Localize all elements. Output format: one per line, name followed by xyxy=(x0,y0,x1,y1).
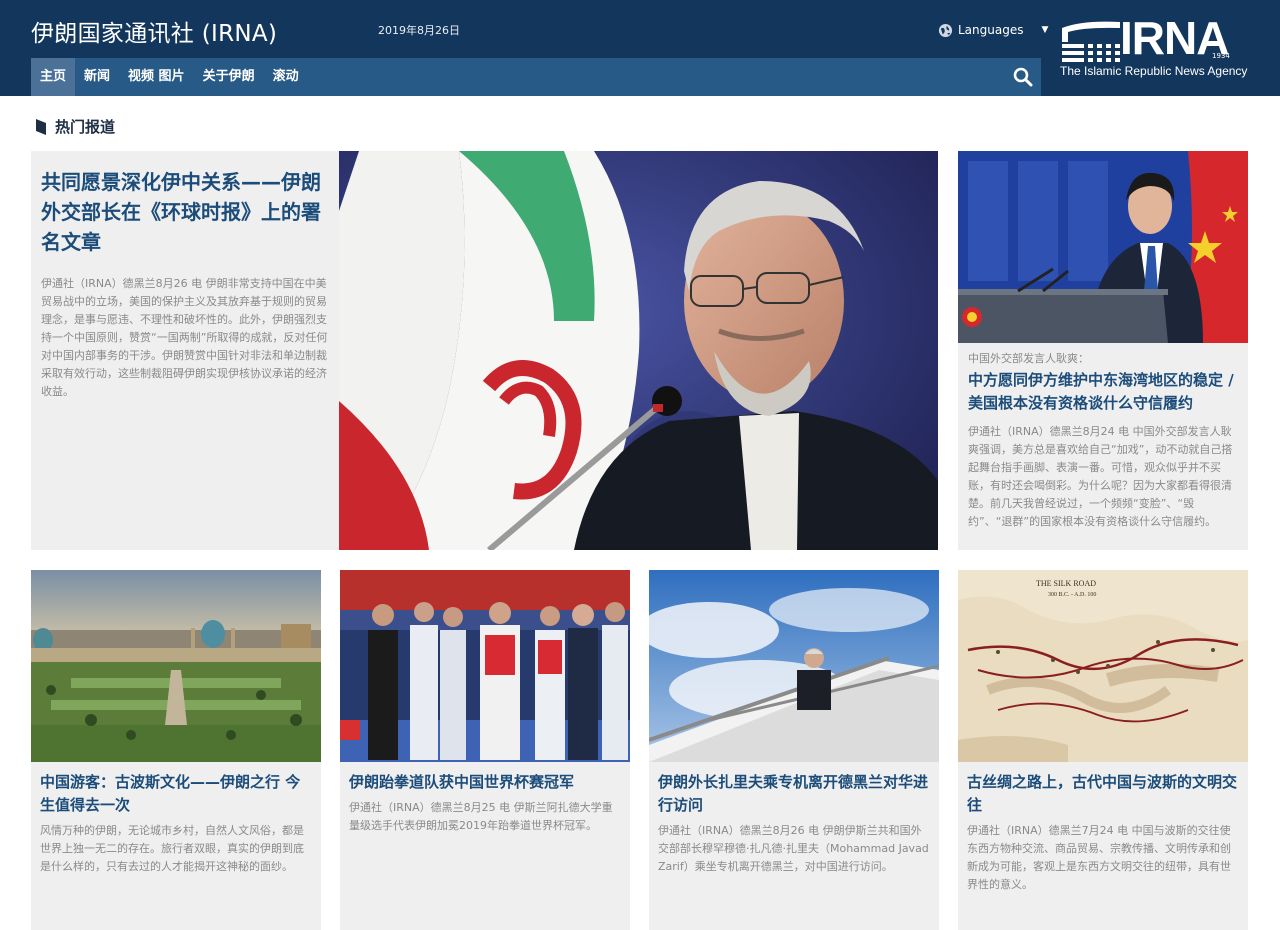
story-summary: 伊通社（IRNA）德黑兰7月24 电 中国与波斯的交往使东西方物种交流、商品贸易… xyxy=(967,824,1231,891)
nav-item-video-photo[interactable]: 视频 图片 xyxy=(119,58,194,96)
chevron-down-icon: ▼ xyxy=(1041,25,1049,35)
story-title[interactable]: 中国游客：古波斯文化——伊朗之行 今生值得去一次 xyxy=(40,771,312,817)
story-image-isfahan[interactable] xyxy=(31,570,321,762)
site-title[interactable]: 伊朗国家通讯社 (IRNA) xyxy=(31,14,277,48)
section-header: 热门报道 xyxy=(36,116,115,137)
story-title[interactable]: 伊朗跆拳道队获中国世界杯赛冠军 xyxy=(349,771,621,794)
story-title[interactable]: 古丝绸之路上，古代中国与波斯的文明交往 xyxy=(967,771,1239,817)
story-image-zarif-plane[interactable] xyxy=(649,570,939,762)
site-header: 伊朗国家通讯社 (IRNA) 2019年8月26日 Languages ▼ IR… xyxy=(0,0,1280,96)
irna-logo[interactable]: IRNA 1934 The Islamic Republic News Agen… xyxy=(1060,12,1248,80)
logo-year: 1934 xyxy=(1212,52,1230,60)
story-card[interactable]: 中国游客：古波斯文化——伊朗之行 今生值得去一次 风情万种的伊朗，无论城市乡村，… xyxy=(31,570,321,930)
story-card[interactable]: 伊朗跆拳道队获中国世界杯赛冠军 伊通社（IRNA）德黑兰8月25 电 伊斯兰阿扎… xyxy=(340,570,630,930)
plane-stairs-photo xyxy=(649,570,939,762)
globe-icon xyxy=(938,23,953,37)
side-story-kicker: 中国外交部发言人耿爽： xyxy=(968,352,1089,365)
story-image-silk-road[interactable]: THE SILK ROAD 300 B.C. - A.D. 100 xyxy=(958,570,1248,762)
featured-story-text[interactable]: 共同愿景深化伊中关系——伊朗外交部长在《环球时报》上的署名文章 伊通社（IRNA… xyxy=(31,151,339,550)
nav-item-scroll[interactable]: 滚动 xyxy=(264,58,308,96)
story-title[interactable]: 伊朗外长扎里夫乘专机离开德黑兰对华进行访问 xyxy=(658,771,930,817)
spokesperson-photo xyxy=(958,151,1248,343)
featured-photo xyxy=(339,151,938,550)
logo-stripes-icon xyxy=(1062,21,1120,62)
map-dates: 300 B.C. - A.D. 100 xyxy=(1048,592,1096,598)
side-story-image[interactable] xyxy=(958,151,1248,343)
story-summary: 伊通社（IRNA）德黑兰8月26 电 伊朗伊斯兰共和国外交部部长穆罕穆德·扎凡德… xyxy=(658,824,929,873)
map-title: THE SILK ROAD xyxy=(1036,579,1096,588)
logo-subtitle: The Islamic Republic News Agency xyxy=(1060,64,1248,78)
search-icon[interactable] xyxy=(1013,67,1033,87)
current-date: 2019年8月26日 xyxy=(378,24,460,37)
bookmark-icon xyxy=(36,118,46,135)
story-card[interactable]: 伊朗外长扎里夫乘专机离开德黑兰对华进行访问 伊通社（IRNA）德黑兰8月26 电… xyxy=(649,570,939,930)
side-story-summary: 伊通社（IRNA）德黑兰8月24 电 中国外交部发言人耿爽强调，美方总是喜欢给自… xyxy=(968,425,1233,528)
featured-image[interactable] xyxy=(339,151,938,550)
nav-item-about-iran[interactable]: 关于伊朗 xyxy=(194,58,264,96)
story-summary: 风情万种的伊朗，无论城市乡村，自然人文风俗，都是世界上独一无二的存在。旅行者双眼… xyxy=(40,824,304,873)
main-nav: 主页 新闻 视频 图片 关于伊朗 滚动 xyxy=(31,58,1041,96)
side-story-card[interactable]: 中国外交部发言人耿爽： 中方愿同伊方维护中东海湾地区的稳定 / 美国根本没有资格… xyxy=(958,151,1248,550)
languages-dropdown[interactable]: Languages ▼ xyxy=(938,20,1048,40)
silk-road-map: THE SILK ROAD 300 B.C. - A.D. 100 xyxy=(958,570,1248,762)
section-title: 热门报道 xyxy=(55,118,116,136)
nav-item-news[interactable]: 新闻 xyxy=(75,58,119,96)
story-summary: 伊通社（IRNA）德黑兰8月25 电 伊斯兰阿扎德大学重量级选手代表伊朗加冕20… xyxy=(349,801,613,832)
featured-title[interactable]: 共同愿景深化伊中关系——伊朗外交部长在《环球时报》上的署名文章 xyxy=(41,167,329,257)
featured-summary: 伊通社（IRNA）德黑兰8月26 电 伊朗非常支持中国在中美贸易战中的立场，美国… xyxy=(41,277,328,398)
story-card[interactable]: THE SILK ROAD 300 B.C. - A.D. 100 古丝绸之路上… xyxy=(958,570,1248,930)
languages-label: Languages xyxy=(958,23,1024,37)
nav-item-home[interactable]: 主页 xyxy=(31,58,76,96)
story-image-taekwondo[interactable] xyxy=(340,570,630,762)
side-story-title[interactable]: 中方愿同伊方维护中东海湾地区的稳定 / 美国根本没有资格谈什么守信履约 xyxy=(968,369,1238,415)
isfahan-photo xyxy=(31,570,321,762)
taekwondo-photo xyxy=(340,570,630,762)
